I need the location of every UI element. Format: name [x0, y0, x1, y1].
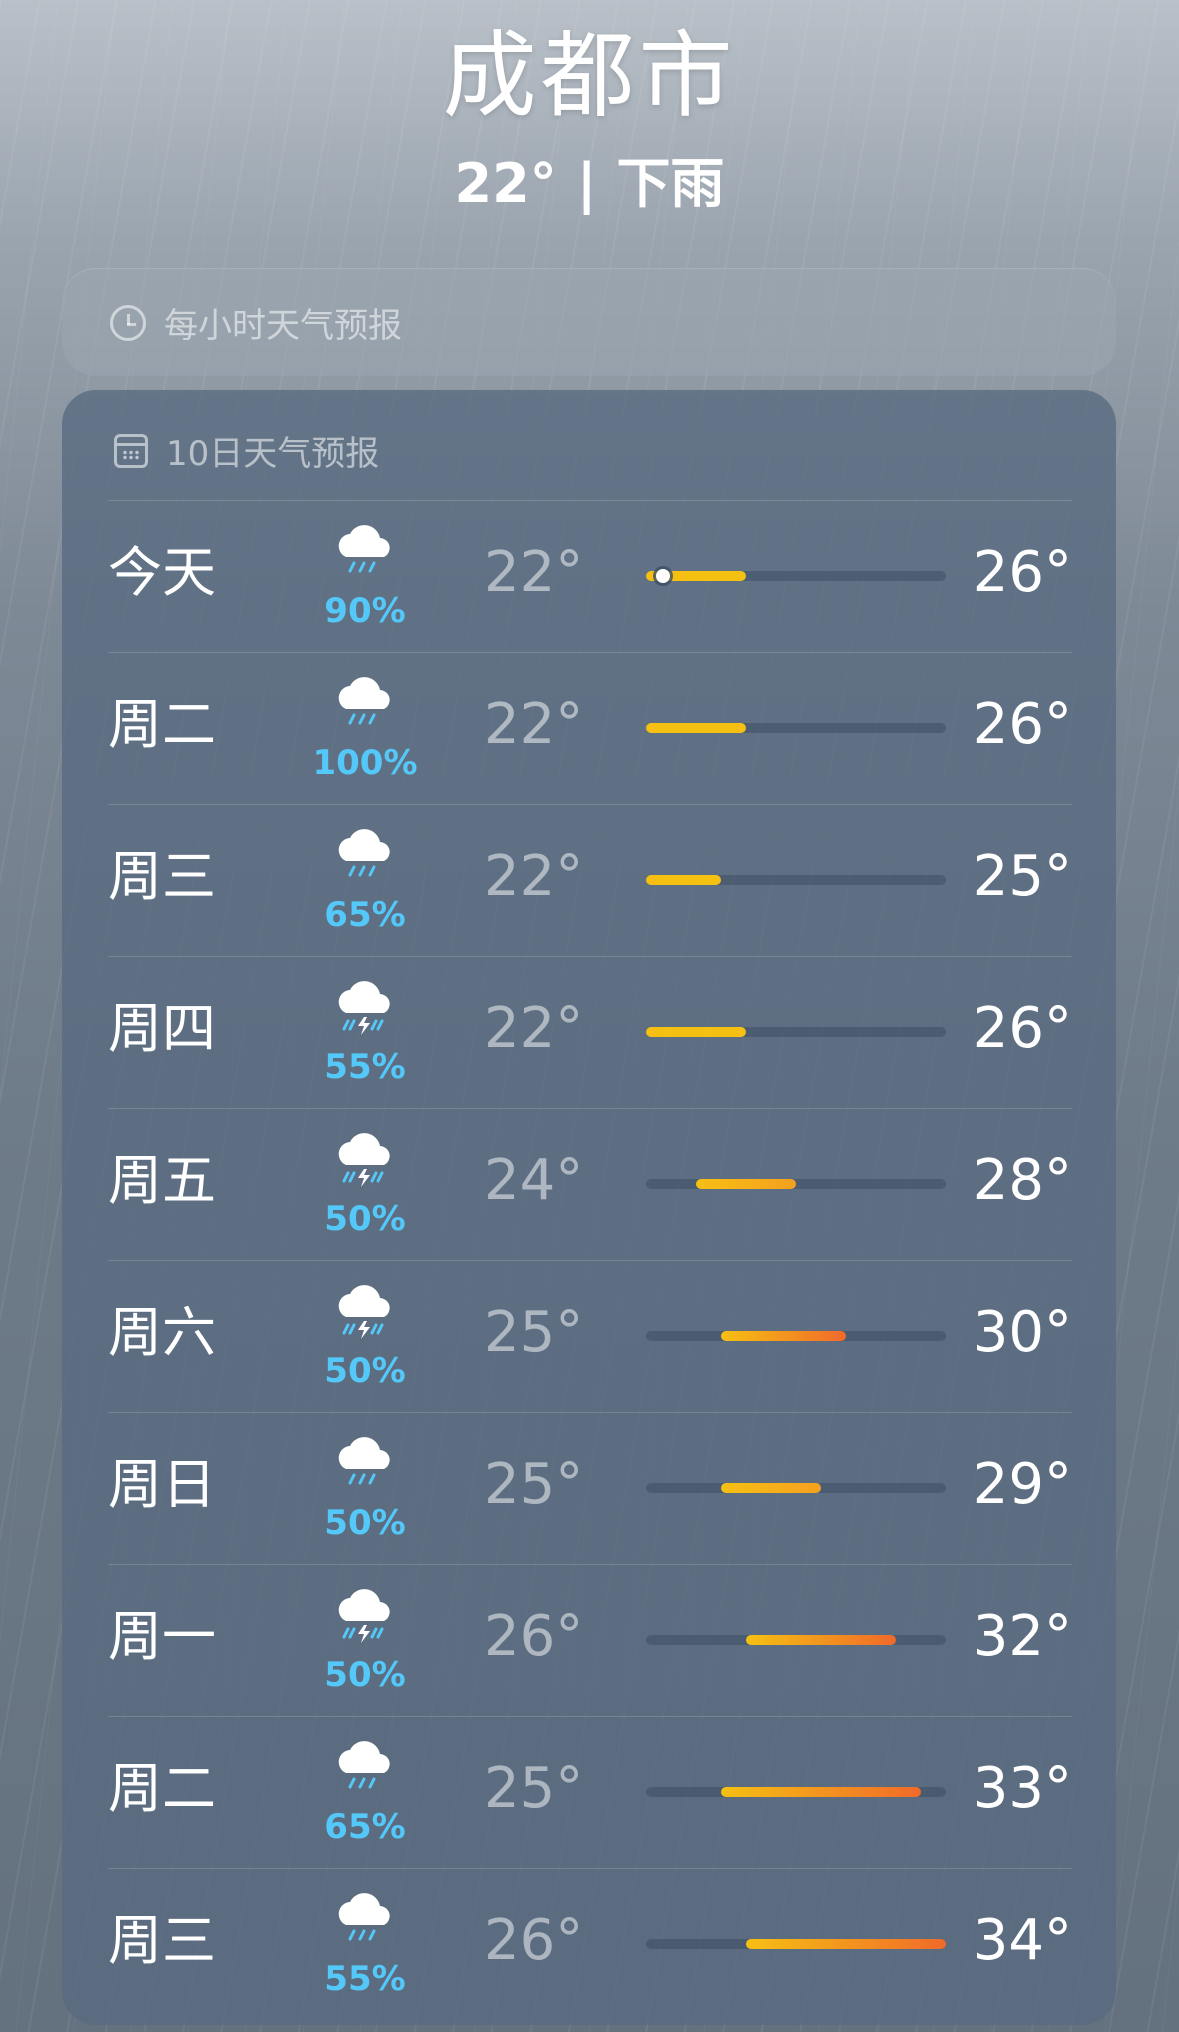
high-temperature: 25°	[972, 844, 1072, 909]
high-temperature: 26°	[972, 540, 1072, 605]
ten-day-forecast-card[interactable]: 10日天气预报 今天 90% 22° 26° 周二 100% 22° 26° 周三 65% 22° 2…	[62, 390, 1116, 2025]
temperature-range-bar	[646, 569, 946, 583]
high-temperature: 26°	[972, 996, 1072, 1061]
city-name: 成都市	[442, 22, 737, 131]
high-temperature: 33°	[972, 1756, 1072, 1821]
separator: |	[576, 152, 597, 215]
cloud-bolt-rain-icon	[330, 1587, 400, 1647]
cloud-rain-icon	[330, 827, 400, 887]
temperature-range-bar	[646, 1179, 946, 1189]
forecast-row[interactable]: 周二 65% 25° 33°	[108, 1716, 1072, 1868]
temperature-range-fill	[721, 1483, 821, 1493]
temperature-range-bar	[646, 1635, 946, 1645]
temperature-range-fill	[746, 1939, 946, 1949]
low-temperature: 22°	[484, 996, 584, 1061]
forecast-rows: 今天 90% 22° 26° 周二 100% 22° 26° 周三 65% 22° 25° 周四 55% 2…	[108, 500, 1072, 2020]
hourly-forecast-title: 每小时天气预报	[110, 298, 402, 347]
temperature-range-bar	[646, 1027, 946, 1037]
low-temperature: 22°	[484, 540, 584, 605]
current-temperature-dot	[656, 569, 670, 583]
precipitation-chance: 65%	[324, 895, 406, 935]
precipitation-chance: 65%	[324, 1807, 406, 1847]
precipitation-chance: 50%	[324, 1351, 406, 1391]
temperature-range-fill	[746, 1635, 896, 1645]
cloud-bolt-rain-icon	[330, 1131, 400, 1191]
low-temperature: 24°	[484, 1148, 584, 1213]
forecast-row[interactable]: 周六 50% 25° 30°	[108, 1260, 1072, 1412]
cloud-rain-icon	[330, 523, 400, 583]
low-temperature: 26°	[484, 1908, 584, 1973]
forecast-row[interactable]: 周二 100% 22° 26°	[108, 652, 1072, 804]
forecast-row[interactable]: 周三 65% 22° 25°	[108, 804, 1072, 956]
low-temperature: 25°	[484, 1452, 584, 1517]
temperature-range-fill	[721, 1331, 846, 1341]
ten-day-forecast-title: 10日天气预报	[114, 426, 379, 475]
forecast-row[interactable]: 今天 90% 22° 26°	[108, 500, 1072, 652]
current-conditions: 22° | 下雨	[0, 152, 1179, 216]
forecast-row[interactable]: 周三 55% 26° 34°	[108, 1868, 1072, 2020]
temperature-range-fill	[721, 1787, 921, 1797]
temperature-range-bar	[646, 1331, 946, 1341]
hourly-forecast-label: 每小时天气预报	[164, 306, 402, 346]
day-label: 周二	[108, 693, 216, 756]
precipitation-chance: 100%	[312, 743, 418, 783]
forecast-row[interactable]: 周一 50% 26° 32°	[108, 1564, 1072, 1716]
day-label: 周四	[108, 997, 216, 1060]
temperature-range-fill	[646, 723, 746, 733]
cloud-rain-icon	[330, 1435, 400, 1495]
day-label: 周一	[108, 1605, 216, 1668]
day-label: 周日	[108, 1453, 216, 1516]
cloud-bolt-rain-icon	[330, 1283, 400, 1343]
day-label: 今天	[108, 541, 216, 604]
precipitation-chance: 90%	[324, 591, 406, 631]
temperature-range-bar	[646, 1787, 946, 1797]
low-temperature: 22°	[484, 844, 584, 909]
forecast-row[interactable]: 周日 50% 25° 29°	[108, 1412, 1072, 1564]
low-temperature: 22°	[484, 692, 584, 757]
high-temperature: 32°	[972, 1604, 1072, 1669]
high-temperature: 26°	[972, 692, 1072, 757]
hourly-forecast-card[interactable]: 每小时天气预报	[62, 268, 1116, 376]
location-header: 成都市 22° | 下雨	[0, 22, 1179, 216]
day-label: 周六	[108, 1301, 216, 1364]
calendar-icon	[114, 433, 148, 468]
low-temperature: 25°	[484, 1300, 584, 1365]
low-temperature: 25°	[484, 1756, 584, 1821]
high-temperature: 34°	[972, 1908, 1072, 1973]
high-temperature: 29°	[972, 1452, 1072, 1517]
precipitation-chance: 50%	[324, 1199, 406, 1239]
temperature-range-bar	[646, 1939, 946, 1949]
temperature-range-fill	[646, 875, 721, 885]
temperature-range-bar	[646, 875, 946, 885]
precipitation-chance: 50%	[324, 1503, 406, 1543]
precipitation-chance: 55%	[324, 1047, 406, 1087]
forecast-row[interactable]: 周四 55% 22° 26°	[108, 956, 1072, 1108]
temperature-range-fill	[696, 1179, 796, 1189]
forecast-row[interactable]: 周五 50% 24° 28°	[108, 1108, 1072, 1260]
cloud-rain-icon	[330, 1739, 400, 1799]
temperature-range-bar	[646, 723, 946, 733]
day-label: 周二	[108, 1757, 216, 1820]
low-temperature: 26°	[484, 1604, 584, 1669]
day-label: 周五	[108, 1149, 216, 1212]
clock-icon	[110, 304, 146, 341]
current-temperature: 22°	[454, 152, 557, 215]
precipitation-chance: 55%	[324, 1959, 406, 1999]
cloud-bolt-rain-icon	[330, 979, 400, 1039]
day-label: 周三	[108, 845, 216, 908]
condition-text: 下雨	[616, 152, 725, 215]
day-label: 周三	[108, 1909, 216, 1972]
cloud-rain-icon	[330, 1891, 400, 1951]
temperature-range-bar	[646, 1483, 946, 1493]
cloud-rain-icon	[330, 675, 400, 735]
high-temperature: 28°	[972, 1148, 1072, 1213]
high-temperature: 30°	[972, 1300, 1072, 1365]
temperature-range-fill	[646, 1027, 746, 1037]
ten-day-forecast-label: 10日天气预报	[166, 434, 380, 474]
precipitation-chance: 50%	[324, 1655, 406, 1695]
